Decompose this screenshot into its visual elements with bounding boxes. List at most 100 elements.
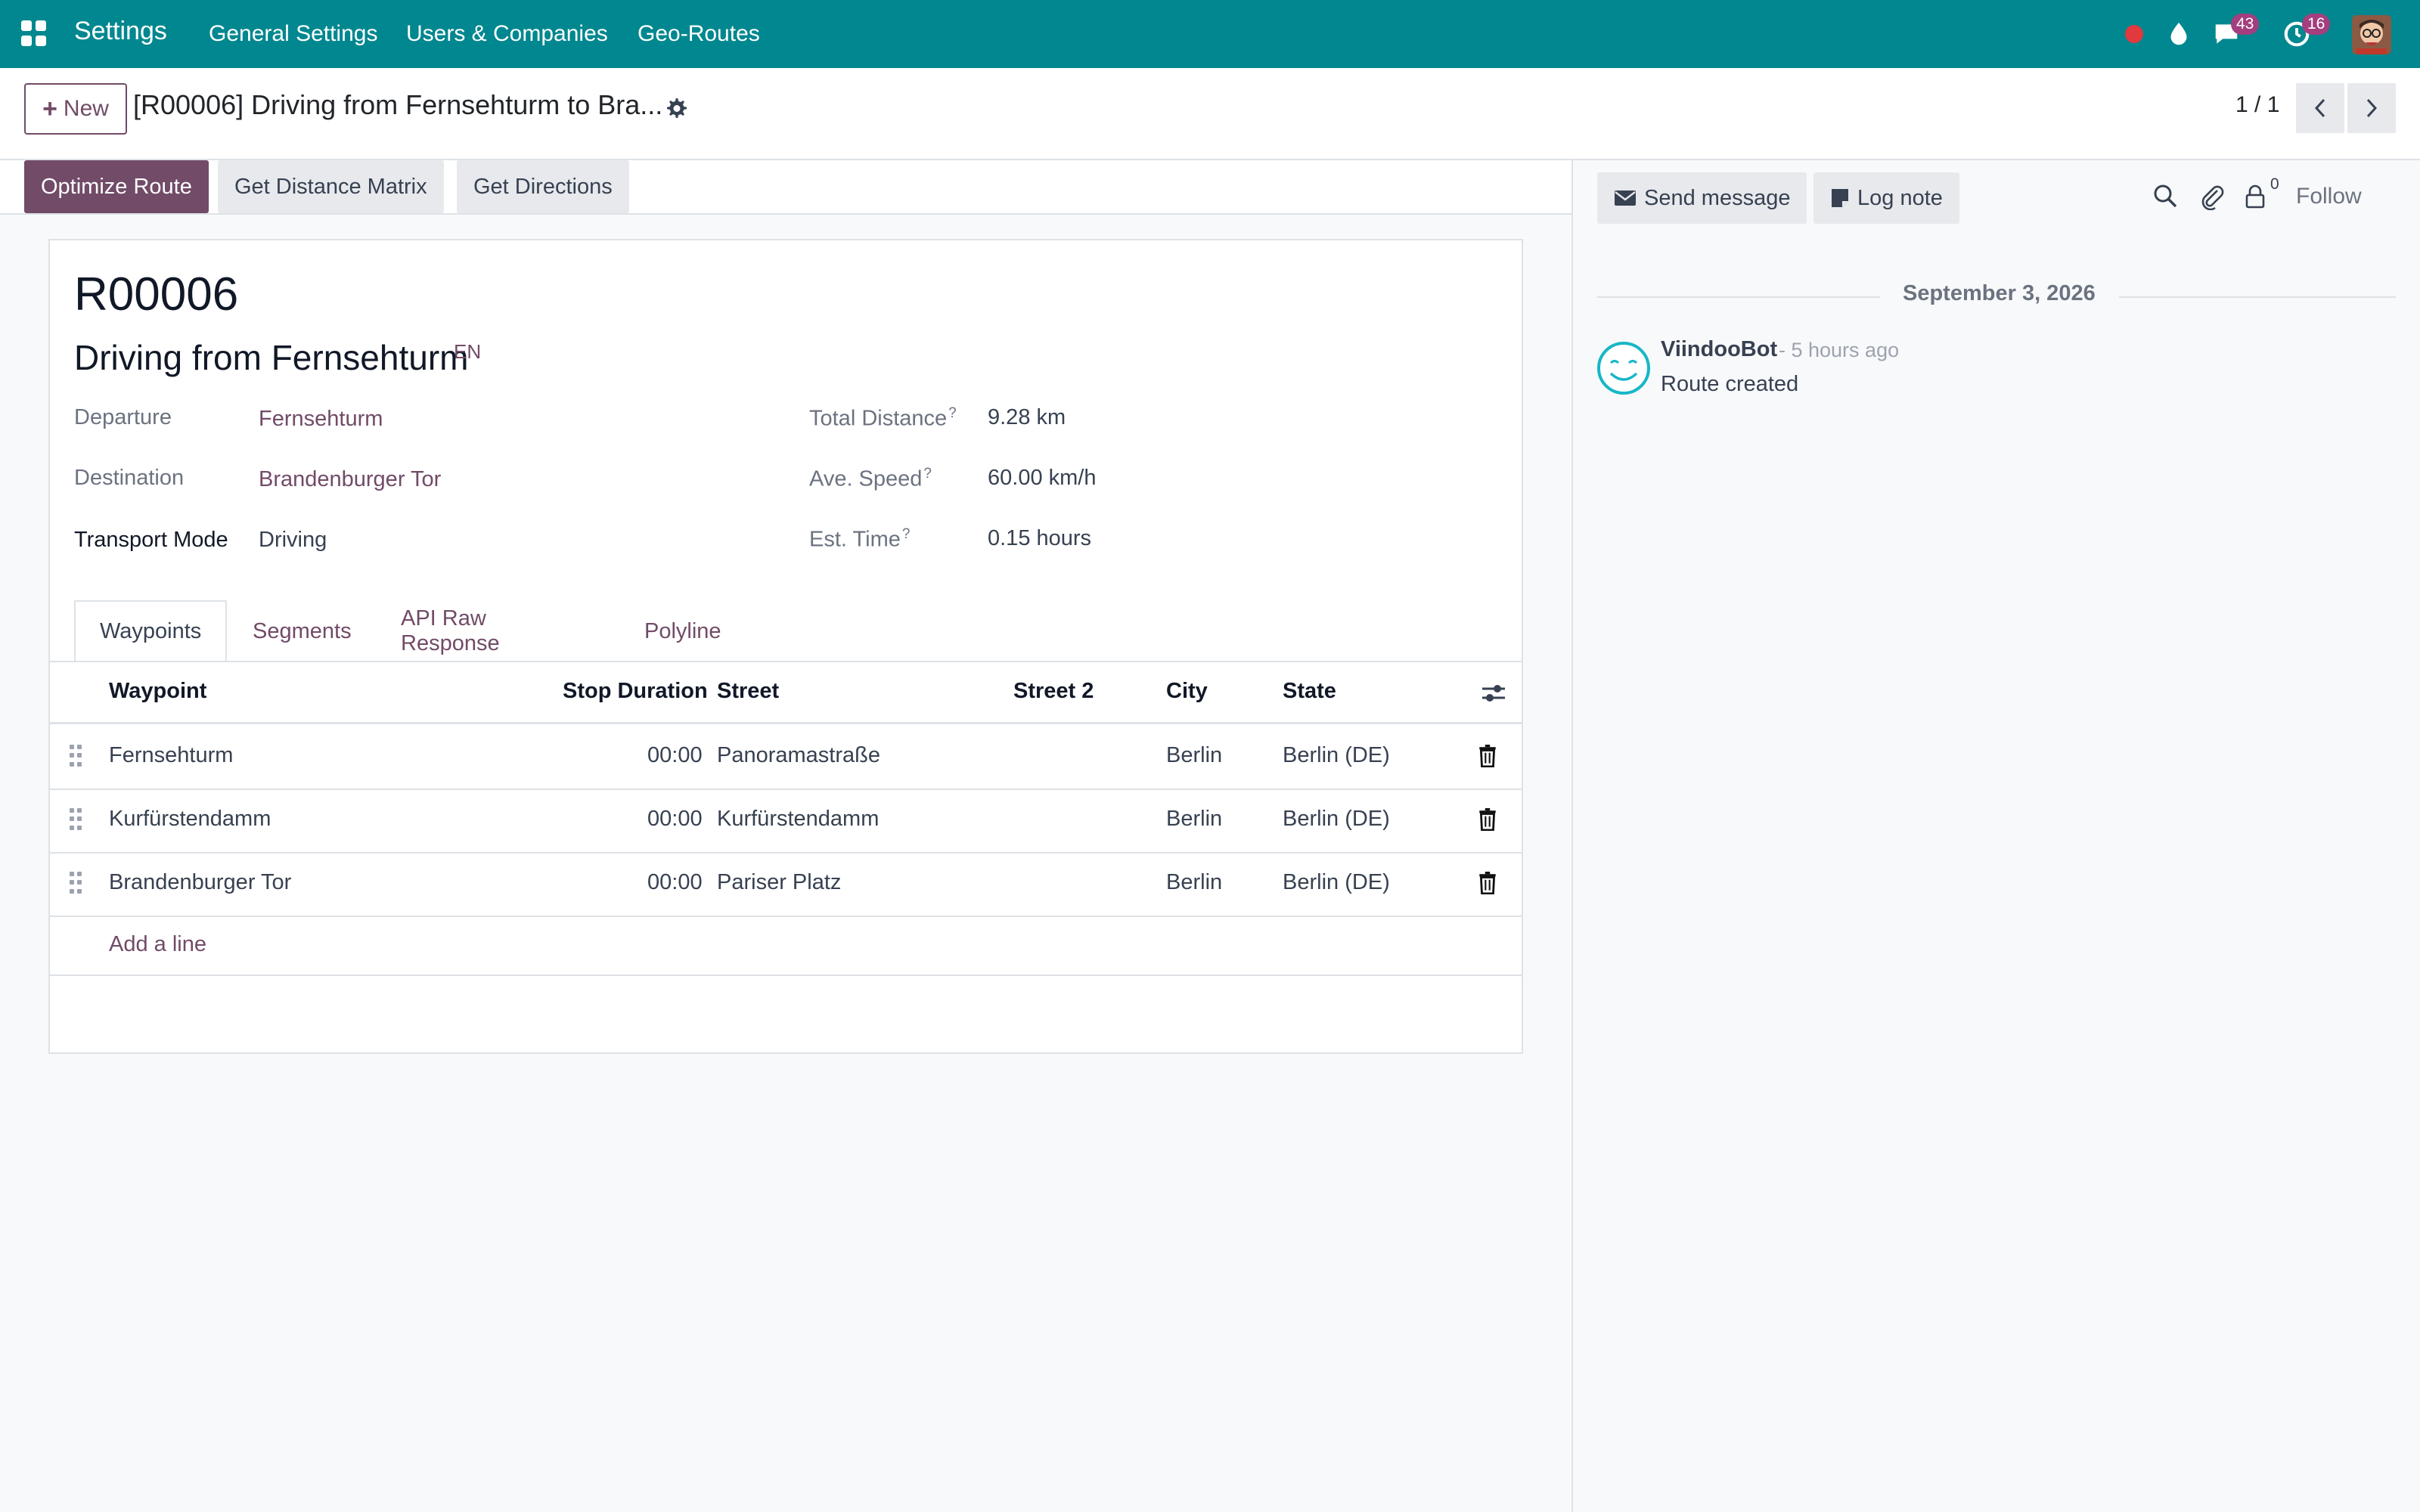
pager-next-button[interactable] <box>2347 83 2396 133</box>
lock-followers-icon[interactable] <box>2245 184 2266 209</box>
delete-row-trash-icon[interactable] <box>1478 872 1497 894</box>
delete-row-trash-icon[interactable] <box>1478 808 1497 831</box>
departure-value-link[interactable]: Fernsehturm <box>259 407 383 432</box>
help-tooltip-icon[interactable]: ? <box>902 526 911 542</box>
menu-general-settings[interactable]: General Settings <box>209 21 377 47</box>
add-line-row: Add a line <box>50 917 1522 976</box>
gear-icon[interactable] <box>666 97 688 119</box>
menu-geo-routes[interactable]: Geo-Routes <box>638 21 760 47</box>
est-time-label: Est. Time? <box>809 526 910 553</box>
send-message-label: Send message <box>1644 185 1791 210</box>
street-cell[interactable]: Pariser Platz <box>717 870 841 895</box>
new-record-button[interactable]: + New <box>24 83 127 135</box>
destination-label: Destination <box>74 466 185 490</box>
tab-polyline[interactable]: Polyline <box>620 600 746 662</box>
chevron-left-icon <box>2314 98 2325 118</box>
record-name-field[interactable]: Driving from Fernsehturm <box>74 337 468 378</box>
followers-count[interactable]: 0 <box>2270 175 2279 194</box>
tab-api-raw-response[interactable]: API Raw Response <box>377 600 524 662</box>
waypoint-cell[interactable]: Brandenburger Tor <box>109 870 291 895</box>
date-separator: September 3, 2026 <box>1597 281 2396 311</box>
est-time-label-text: Est. Time <box>809 527 901 552</box>
paperclip-icon[interactable] <box>2199 183 2225 210</box>
delete-row-trash-icon[interactable] <box>1478 745 1497 767</box>
drag-handle-icon[interactable] <box>70 872 82 894</box>
state-cell[interactable]: Berlin (DE) <box>1283 743 1390 768</box>
plus-icon: + <box>42 94 57 123</box>
translate-lang-button[interactable]: EN <box>454 340 481 364</box>
ave-speed-label: Ave. Speed? <box>809 466 932 492</box>
message-author[interactable]: ViindooBot <box>1661 337 1777 362</box>
stop-duration-cell[interactable]: 00:00 <box>647 870 703 895</box>
bot-avatar-smiley-icon[interactable] <box>1596 340 1652 396</box>
departure-label: Departure <box>74 405 172 429</box>
search-icon[interactable] <box>2152 183 2178 209</box>
stop-duration-cell[interactable]: 00:00 <box>647 743 703 768</box>
table-row[interactable]: Brandenburger Tor 00:00 Pariser Platz Be… <box>50 854 1522 917</box>
transport-mode-value[interactable]: Driving <box>259 528 327 553</box>
message-timestamp: - 5 hours ago <box>1779 339 1900 361</box>
total-distance-label: Total Distance? <box>809 405 957 432</box>
help-tooltip-icon[interactable]: ? <box>923 466 932 482</box>
total-distance-value: 9.28 km <box>988 405 1066 429</box>
tab-waypoints[interactable]: Waypoints <box>74 600 228 662</box>
log-note-button[interactable]: Log note <box>1813 172 1959 224</box>
new-button-label: New <box>63 96 109 121</box>
city-cell[interactable]: Berlin <box>1166 807 1222 832</box>
form-statusbar: Optimize Route Get Distance Matrix Get D… <box>0 160 1571 215</box>
street-cell[interactable]: Kurfürstendamm <box>717 807 879 832</box>
city-cell[interactable]: Berlin <box>1166 743 1222 768</box>
column-header-state[interactable]: State <box>1283 679 1336 704</box>
ave-speed-value: 60.00 km/h <box>988 466 1097 490</box>
street-cell[interactable]: Panoramastraße <box>717 743 880 768</box>
column-header-street[interactable]: Street <box>717 679 779 704</box>
app-name[interactable]: Settings <box>74 17 167 46</box>
get-distance-matrix-button[interactable]: Get Distance Matrix <box>218 160 444 213</box>
drag-handle-icon[interactable] <box>70 808 82 831</box>
activities-badge: 16 <box>2302 14 2331 35</box>
table-row[interactable]: Fernsehturm 00:00 Panoramastraße Berlin … <box>50 727 1522 790</box>
destination-value-link[interactable]: Brandenburger Tor <box>259 467 441 492</box>
state-cell[interactable]: Berlin (DE) <box>1283 807 1390 832</box>
city-cell[interactable]: Berlin <box>1166 870 1222 895</box>
recording-indicator-icon[interactable] <box>2125 25 2143 43</box>
messages-badge: 43 <box>2231 14 2260 35</box>
envelope-icon <box>1615 191 1636 206</box>
record-reference: R00006 <box>74 268 239 321</box>
get-directions-button[interactable]: Get Directions <box>457 160 629 213</box>
droplet-icon[interactable] <box>2165 20 2192 48</box>
waypoint-cell[interactable]: Fernsehturm <box>109 743 233 768</box>
column-header-city[interactable]: City <box>1166 679 1208 704</box>
pager-value[interactable]: 1 / 1 <box>2235 92 2279 118</box>
waypoint-cell[interactable]: Kurfürstendamm <box>109 807 271 832</box>
apps-menu-icon[interactable] <box>21 20 47 46</box>
column-header-waypoint[interactable]: Waypoint <box>109 679 206 704</box>
column-header-stop-duration[interactable]: Stop Duration <box>563 679 708 704</box>
state-cell[interactable]: Berlin (DE) <box>1283 870 1390 895</box>
message-body: Route created <box>1661 372 1799 396</box>
pager-previous-button[interactable] <box>2296 83 2344 133</box>
date-separator-line <box>2119 296 2396 298</box>
date-separator-line <box>1597 296 1880 298</box>
column-header-street-2[interactable]: Street 2 <box>1013 679 1094 704</box>
date-separator-label: September 3, 2026 <box>1903 281 2096 305</box>
send-message-button[interactable]: Send message <box>1597 172 1807 224</box>
add-a-line-link[interactable]: Add a line <box>109 932 206 957</box>
stop-duration-cell[interactable]: 00:00 <box>647 807 703 832</box>
user-avatar[interactable] <box>2352 15 2391 54</box>
follow-button[interactable]: Follow <box>2296 184 2362 209</box>
table-row[interactable]: Kurfürstendamm 00:00 Kurfürstendamm Berl… <box>50 790 1522 854</box>
breadcrumb-record-title: [R00006] Driving from Fernsehturm to Bra… <box>133 89 663 120</box>
ave-speed-label-text: Ave. Speed <box>809 466 923 491</box>
drag-handle-icon[interactable] <box>70 745 82 767</box>
optional-columns-sliders-icon[interactable] <box>1481 682 1506 705</box>
menu-users-companies[interactable]: Users & Companies <box>406 21 608 47</box>
help-tooltip-icon[interactable]: ? <box>948 405 957 421</box>
top-navbar: Settings General Settings Users & Compan… <box>0 0 2420 68</box>
form-sheet: R00006 Driving from Fernsehturm EN Depar… <box>48 239 1523 1054</box>
optimize-route-button[interactable]: Optimize Route <box>24 160 209 213</box>
log-note-label: Log note <box>1857 185 1943 210</box>
note-icon <box>1832 189 1848 207</box>
chatter-divider <box>1571 160 1573 1512</box>
tab-segments[interactable]: Segments <box>228 600 376 662</box>
